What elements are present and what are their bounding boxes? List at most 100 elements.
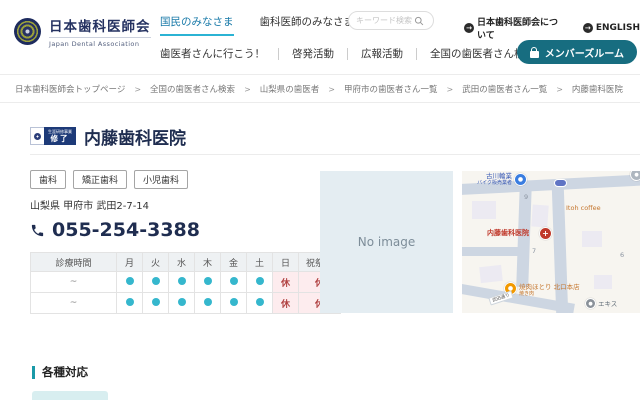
- section-heading: 各種対応: [32, 364, 88, 380]
- secondary-nav-item[interactable]: 広報活動: [361, 46, 403, 61]
- lock-icon: [530, 51, 539, 58]
- secondary-nav-item[interactable]: 啓発活動: [292, 46, 334, 61]
- section-title: 各種対応: [42, 364, 88, 380]
- nav-divider: [347, 48, 348, 60]
- clinic-address: 山梨県 甲府市 武田2-7-14: [30, 197, 149, 212]
- open-cell: [169, 293, 195, 314]
- bike-shop-marker-icon[interactable]: ●: [514, 173, 527, 186]
- open-cell: [143, 272, 169, 293]
- breadcrumb-separator: >: [447, 85, 454, 94]
- secondary-nav: 歯医者さんに行こう！啓発活動広報活動全国の歯医者さん検索: [160, 46, 535, 61]
- site-logo[interactable]: 日本歯科医師会 Japan Dental Association: [14, 15, 151, 48]
- breadcrumb-item[interactable]: 全国の歯医者さん検索: [150, 83, 235, 95]
- training-completed-badge: 生涯研修事業 修了: [30, 127, 76, 145]
- open-dot-icon: [230, 277, 238, 285]
- breadcrumb-item: 内藤歯科医院: [572, 83, 623, 95]
- clinic-marker-icon[interactable]: +: [539, 227, 552, 240]
- breadcrumb: 日本歯科医師会トップページ > 全国の歯医者さん検索 > 山梨県の歯医者 > 甲府市の歯医者…: [0, 76, 640, 103]
- open-cell: [117, 293, 143, 314]
- bike-shop-label[interactable]: 古川輪業 バイク販売業者: [466, 172, 512, 186]
- station-label[interactable]: エキス: [598, 300, 617, 308]
- map-building: [531, 204, 548, 227]
- badge-line2: 修了: [51, 134, 70, 143]
- block-number: 7: [532, 247, 536, 255]
- primary-nav-item[interactable]: 歯科医師のみなさま: [260, 14, 355, 36]
- utility-link-label: 日本歯科医師会について: [477, 15, 567, 41]
- breadcrumb-item[interactable]: 甲府市の歯医者さん一覧: [344, 83, 438, 95]
- no-image-label: No image: [358, 235, 416, 249]
- coffee-label[interactable]: Itoh coffee: [566, 204, 601, 212]
- closed-cell: 休: [273, 293, 299, 314]
- clinic-title-row: 生涯研修事業 修了 内藤歯科医院: [30, 118, 640, 155]
- open-cell: [195, 293, 221, 314]
- secondary-nav-item[interactable]: 歯医者さんに行こう！: [160, 46, 265, 61]
- search-input[interactable]: [356, 16, 414, 25]
- map-building: [594, 275, 612, 289]
- members-room-button[interactable]: メンバーズルーム: [517, 40, 637, 64]
- open-dot-icon: [178, 298, 186, 306]
- specialty-tag: 矯正歯科: [73, 170, 127, 189]
- circle-arrow-icon: →: [583, 23, 593, 33]
- page-title: 内藤歯科医院: [84, 124, 186, 149]
- open-dot-icon: [256, 277, 264, 285]
- opening-hours-table: 診療時間月火水木金土日祝祭日 ~休休~休休: [30, 252, 341, 314]
- specialty-tag: 小児歯科: [134, 170, 188, 189]
- utility-link[interactable]: →ENGLISH: [583, 23, 640, 33]
- breadcrumb-item[interactable]: 山梨県の歯医者: [260, 83, 320, 95]
- badge-emblem-icon: [34, 133, 41, 140]
- search-box[interactable]: [348, 11, 434, 30]
- hours-header-cell: 火: [143, 253, 169, 272]
- site-header: 日本歯科医師会 Japan Dental Association 国民のみなさま…: [0, 0, 640, 75]
- closed-cell: 休: [273, 272, 299, 293]
- utility-nav: →日本歯科医師会について→ENGLISH: [464, 15, 640, 41]
- hours-header-cell: 金: [221, 253, 247, 272]
- support-chip-partial: [32, 391, 108, 400]
- jda-emblem-icon: [14, 18, 41, 45]
- specialty-tags: 歯科矯正歯科小児歯科: [30, 170, 188, 189]
- open-dot-icon: [256, 298, 264, 306]
- open-cell: [195, 272, 221, 293]
- members-room-label: メンバーズルーム: [545, 45, 624, 60]
- map-building: [472, 201, 496, 219]
- nav-divider: [416, 48, 417, 60]
- poi-marker-icon[interactable]: ●: [630, 171, 640, 181]
- open-dot-icon: [204, 298, 212, 306]
- breadcrumb-separator: >: [328, 85, 335, 94]
- hours-row: ~休休: [31, 293, 341, 314]
- map-building: [479, 265, 503, 283]
- utility-link-label: ENGLISH: [596, 23, 640, 33]
- breadcrumb-item[interactable]: 日本歯科医師会トップページ: [15, 83, 125, 95]
- map-building: [582, 231, 602, 247]
- phone-icon: [30, 223, 45, 238]
- breadcrumb-separator: >: [556, 85, 563, 94]
- breadcrumb-separator: >: [244, 85, 251, 94]
- circle-arrow-icon: →: [464, 23, 474, 33]
- map-road: [462, 247, 520, 256]
- clinic-map-label[interactable]: 内藤歯科医院: [487, 229, 529, 238]
- hours-header-cell: 水: [169, 253, 195, 272]
- hours-header-cell: 木: [195, 253, 221, 272]
- open-dot-icon: [178, 277, 186, 285]
- open-dot-icon: [204, 277, 212, 285]
- primary-nav: 国民のみなさま 歯科医師のみなさま: [160, 14, 354, 36]
- clinic-phone: 055-254-3388: [30, 219, 200, 241]
- hours-body: ~休休~休休: [31, 272, 341, 314]
- specialty-tag: 歯科: [30, 170, 66, 189]
- open-cell: [221, 272, 247, 293]
- map-panel[interactable]: ● + ● ● ● 古川輪業 バイク販売業者 Itoh coffee 内藤歯科医…: [462, 171, 640, 313]
- primary-nav-item[interactable]: 国民のみなさま: [160, 14, 234, 36]
- restaurant-label[interactable]: 焼肉ほとり 北口本店 焼き肉: [519, 283, 580, 297]
- open-cell: [117, 272, 143, 293]
- open-cell: [247, 293, 273, 314]
- open-dot-icon: [126, 298, 134, 306]
- utility-link[interactable]: →日本歯科医師会について: [464, 15, 567, 41]
- open-dot-icon: [230, 298, 238, 306]
- phone-number: 055-254-3388: [52, 219, 200, 241]
- hours-header-cell: 診療時間: [31, 253, 117, 272]
- hours-header-row: 診療時間月火水木金土日祝祭日: [31, 253, 341, 272]
- breadcrumb-separator: >: [134, 85, 141, 94]
- station-marker-icon[interactable]: ●: [585, 298, 596, 309]
- breadcrumb-item[interactable]: 武田の歯医者さん一覧: [462, 83, 547, 95]
- logo-subtitle: Japan Dental Association: [49, 37, 151, 48]
- open-dot-icon: [152, 298, 160, 306]
